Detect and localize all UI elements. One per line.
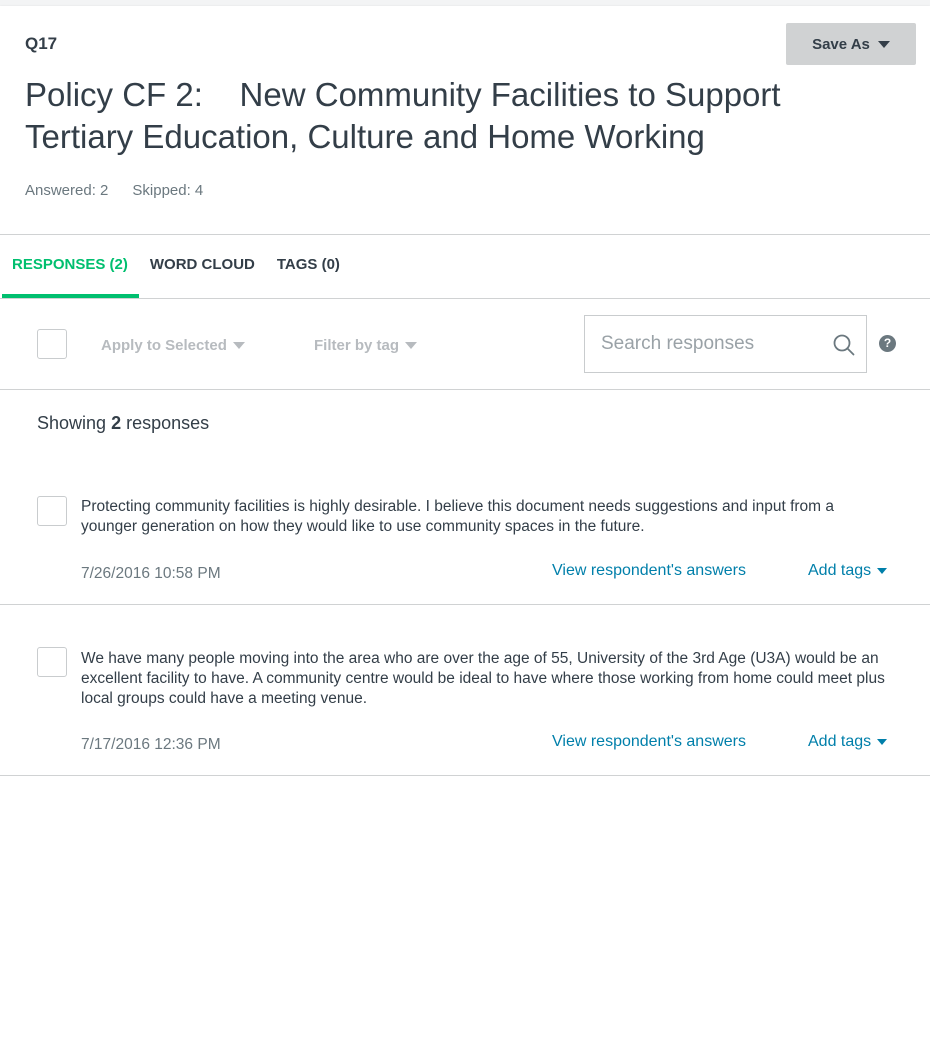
view-respondent-answers-link[interactable]: View respondent's answers [552,562,746,580]
filter-by-tag-dropdown[interactable]: Filter by tag [314,337,418,354]
question-title: Policy CF 2: New Community Facilities to… [25,76,790,155]
apply-to-selected-label: Apply to Selected [101,337,227,354]
response-checkbox[interactable] [37,647,67,677]
add-tags-dropdown[interactable]: Add tags [808,562,888,580]
tab-responses[interactable]: RESPONSES (2) [2,252,139,298]
header-divider [0,234,930,235]
help-icon[interactable]: ? [879,335,896,352]
tab-word-cloud[interactable]: WORD CLOUD [139,252,266,294]
response-date: 7/17/2016 12:36 PM [81,736,221,753]
response-text: Protecting community facilities is highl… [81,498,835,535]
showing-suffix: responses [121,413,210,433]
showing-prefix: Showing [37,413,112,433]
toolbar-divider [0,389,930,390]
caret-down-icon [877,739,888,745]
response-divider [0,775,930,776]
tab-bar: RESPONSES (2) WORD CLOUD TAGS (0) [0,252,351,298]
skipped-count: Skipped: 4 [132,182,204,199]
question-number: Q17 [25,34,58,53]
filter-by-tag-label: Filter by tag [314,337,400,354]
add-tags-label: Add tags [808,562,872,579]
caret-down-icon [877,40,890,48]
select-all-checkbox[interactable] [37,329,67,359]
apply-to-selected-dropdown[interactable]: Apply to Selected [101,337,245,354]
answered-count: Answered: 2 [25,182,109,199]
add-tags-dropdown[interactable]: Add tags [808,733,888,751]
search-input[interactable] [601,316,811,372]
tabs-divider [0,298,930,299]
caret-down-icon [232,342,245,349]
view-respondent-answers-link[interactable]: View respondent's answers [552,733,746,751]
caret-down-icon [405,342,418,349]
save-as-button[interactable]: Save As [786,23,916,65]
showing-number: 2 [111,413,122,433]
response-date: 7/26/2016 10:58 PM [81,565,221,582]
showing-count: Showing 2 responses [37,413,209,434]
response-checkbox[interactable] [37,496,67,526]
save-as-label: Save As [812,35,870,53]
search-box [584,315,867,373]
response-divider [0,604,930,605]
tab-tags[interactable]: TAGS (0) [266,252,351,294]
search-icon[interactable] [833,334,855,356]
caret-down-icon [877,568,888,574]
add-tags-label: Add tags [808,733,872,750]
response-stats: Answered: 2 Skipped: 4 [25,182,203,199]
response-text: We have many people moving into the area… [81,650,885,707]
